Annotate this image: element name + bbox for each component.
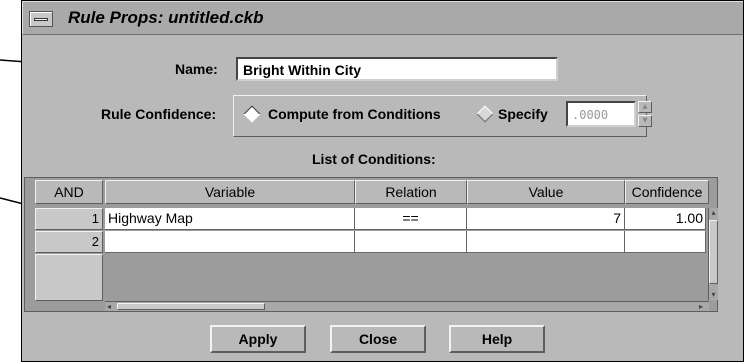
rule-confidence-label: Rule Confidence: — [101, 106, 217, 122]
specify-option-label[interactable]: Specify — [498, 106, 548, 122]
horizontal-scroll-thumb[interactable] — [117, 303, 265, 310]
title-bar: Rule Props: untitled.ckb — [22, 1, 743, 35]
table-cell-value[interactable]: 7 — [467, 208, 625, 230]
column-header-confidence[interactable]: Confidence — [625, 180, 709, 204]
help-button[interactable]: Help — [449, 325, 545, 353]
window-menu-icon — [34, 18, 48, 21]
apply-button[interactable]: Apply — [210, 325, 306, 353]
row-number-column-filler — [35, 254, 103, 301]
close-button[interactable]: Close — [330, 325, 426, 353]
table-cell-confidence[interactable]: 1.00 — [625, 208, 706, 230]
row-number[interactable]: 1 — [35, 208, 103, 230]
table-cell-relation[interactable] — [355, 231, 467, 253]
specify-value-field[interactable]: .0000 — [566, 101, 636, 127]
table-cell-value[interactable] — [467, 231, 625, 253]
spin-down-icon: ▾ — [642, 115, 648, 126]
spin-down-button[interactable]: ▾ — [638, 115, 652, 127]
column-header-relation[interactable]: Relation — [355, 180, 467, 204]
specify-radio[interactable] — [476, 105, 494, 123]
window-menu-button[interactable] — [29, 11, 53, 27]
window-title: Rule Props: untitled.ckb — [68, 8, 264, 27]
compute-option-label[interactable]: Compute from Conditions — [268, 106, 441, 122]
column-header-value[interactable]: Value — [467, 180, 625, 204]
table-cell-relation[interactable]: == — [355, 208, 467, 230]
compute-radio[interactable] — [243, 105, 261, 123]
table-cell-confidence[interactable] — [625, 231, 706, 253]
scroll-up-icon[interactable]: ▴ — [709, 208, 718, 218]
rule-props-window: Rule Props: untitled.ckb Name: Bright Wi… — [21, 0, 744, 362]
row-number[interactable]: 2 — [35, 231, 103, 253]
spin-up-button[interactable]: ▴ — [638, 101, 652, 113]
table-cell-variable[interactable]: Highway Map — [105, 208, 355, 230]
horizontal-scrollbar[interactable]: ◂ ▸ — [105, 301, 709, 311]
vertical-scroll-thumb[interactable] — [709, 220, 718, 284]
scroll-left-icon[interactable]: ◂ — [107, 303, 115, 311]
conditions-title: List of Conditions: — [312, 151, 436, 167]
table-cell-variable[interactable] — [105, 231, 355, 253]
column-header-variable[interactable]: Variable — [105, 180, 355, 204]
vertical-scrollbar[interactable]: ▴ ▾ — [708, 208, 718, 300]
name-label: Name: — [175, 61, 218, 77]
spin-up-icon: ▴ — [642, 101, 648, 112]
name-field[interactable]: Bright Within City — [236, 57, 558, 81]
conditions-table: AND Variable Relation Value Confidence 1… — [24, 177, 718, 312]
scroll-right-icon[interactable]: ▸ — [699, 303, 707, 311]
column-header-and[interactable]: AND — [35, 180, 103, 204]
scroll-down-icon[interactable]: ▾ — [709, 290, 718, 300]
